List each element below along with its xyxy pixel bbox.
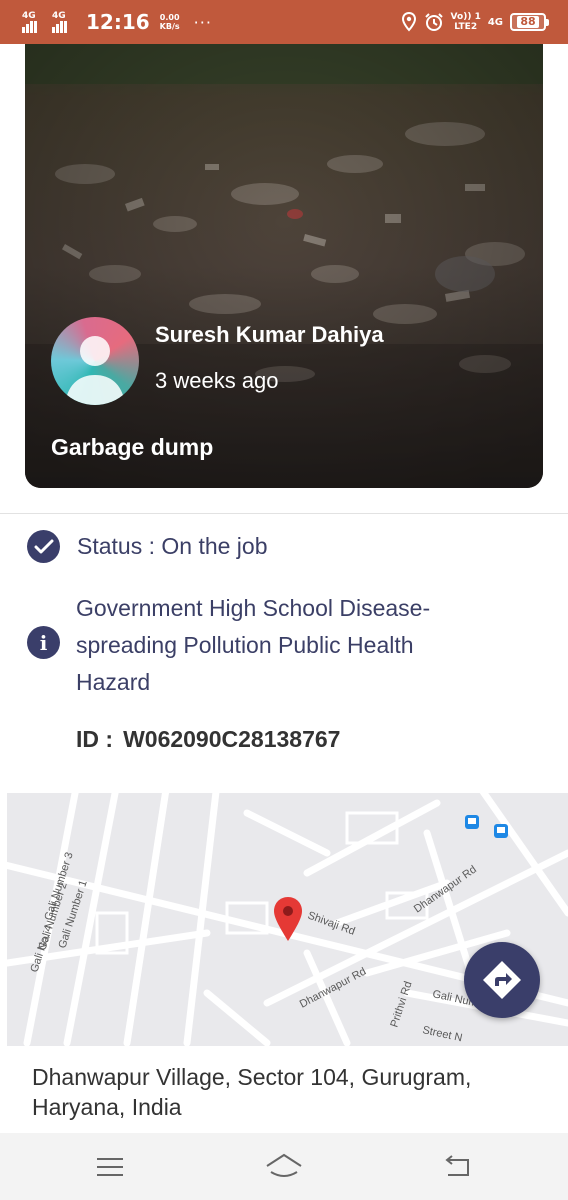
menu-icon — [97, 1158, 123, 1176]
report-time: 3 weeks ago — [155, 368, 279, 393]
address-text: Dhanwapur Village, Sector 104, Gurugram,… — [32, 1064, 472, 1120]
back-icon — [445, 1155, 469, 1176]
check-circle-icon — [27, 530, 60, 563]
user-silhouette-icon — [65, 336, 125, 405]
report-id: ID : W062090C28138767 — [76, 726, 340, 753]
signal-sim1-icon: 4G — [22, 11, 46, 33]
bus-stop-icon — [494, 824, 508, 838]
directions-icon — [483, 961, 521, 999]
battery-icon: 88 — [510, 13, 549, 31]
network-speed: 0.00 KB/s — [159, 13, 180, 31]
directions-button[interactable] — [464, 942, 540, 1018]
back-button[interactable] — [436, 1151, 476, 1183]
status-row: Status : On the job — [27, 530, 268, 563]
clock: 12:16 — [86, 10, 150, 34]
garbage-photo — [25, 44, 543, 488]
id-value: W062090C28138767 — [123, 726, 341, 752]
report-title: Garbage dump — [51, 434, 214, 460]
map-label: Street N — [421, 1024, 463, 1044]
report-photo-card[interactable]: Suresh Kumar Dahiya 3 weeks ago Garbage … — [25, 44, 543, 488]
home-button[interactable] — [264, 1151, 304, 1183]
home-icon — [266, 1153, 302, 1177]
signal-sim2-icon: 4G — [52, 11, 76, 33]
more-notifications-icon: ··· — [193, 12, 212, 32]
location-icon — [401, 12, 416, 32]
bus-stop-icon — [465, 815, 479, 829]
divider — [0, 513, 568, 514]
id-label: ID : — [76, 726, 114, 752]
map-label: Shivaji Rd — [306, 910, 357, 938]
status-bar: 4G 4G 12:16 0.00 KB/s ··· Vo)) 1 LTE2 4G… — [0, 0, 568, 44]
network-type: 4G — [487, 16, 503, 28]
system-nav-bar — [0, 1133, 568, 1200]
report-detail-screen: 4G 4G 12:16 0.00 KB/s ··· Vo)) 1 LTE2 4G… — [0, 0, 568, 1200]
map-label: Prithvi Rd — [388, 980, 414, 1029]
status-text: Status : On the job — [77, 533, 268, 559]
reporter-name: Suresh Kumar Dahiya — [155, 322, 384, 347]
report-description: Government High School Disease- spreadin… — [76, 595, 431, 695]
menu-button[interactable] — [90, 1151, 130, 1183]
alarm-icon — [424, 13, 443, 31]
reporter-avatar — [51, 317, 139, 405]
volte-indicator: Vo)) 1 LTE2 — [450, 12, 481, 32]
info-icon: i — [27, 626, 60, 659]
